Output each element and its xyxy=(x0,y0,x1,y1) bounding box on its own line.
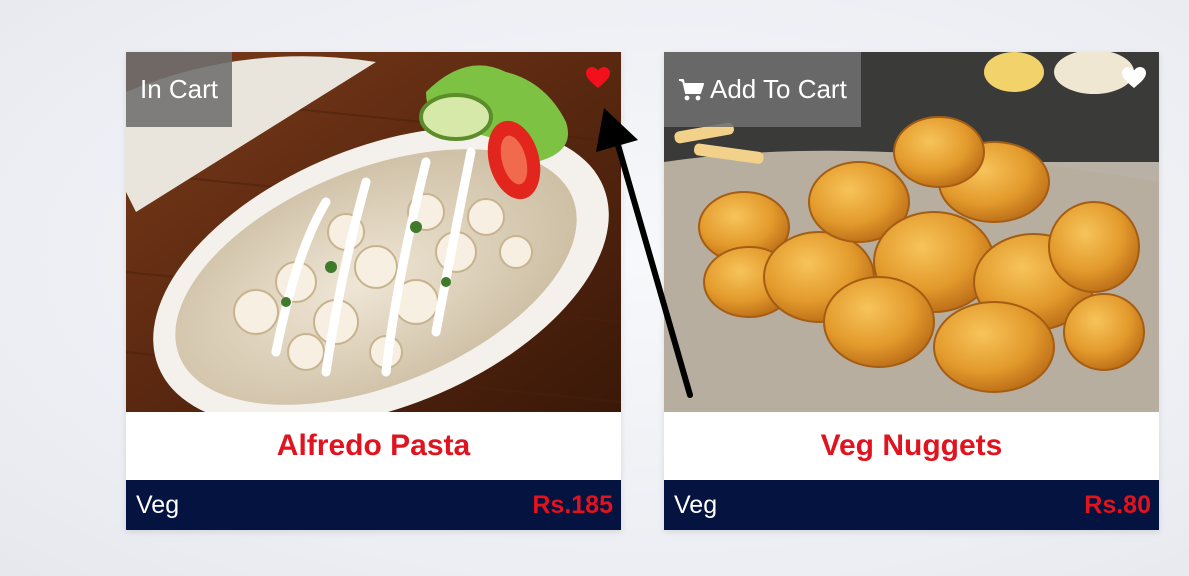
product-card-alfredo-pasta[interactable]: In Cart Alfredo Pasta Veg Rs.185 xyxy=(126,52,621,530)
product-footer: Veg Rs.80 xyxy=(664,480,1159,530)
cart-status-label: In Cart xyxy=(140,74,219,104)
cart-status-label: Add To Cart xyxy=(710,74,847,104)
product-title[interactable]: Alfredo Pasta xyxy=(277,429,470,463)
product-footer: Veg Rs.185 xyxy=(126,480,621,530)
heart-icon[interactable] xyxy=(585,66,611,90)
product-title[interactable]: Veg Nuggets xyxy=(821,429,1003,463)
product-title-area: Veg Nuggets xyxy=(664,412,1159,480)
heart-icon[interactable] xyxy=(1121,66,1147,90)
in-cart-badge[interactable]: In Cart xyxy=(126,52,233,127)
product-category: Veg xyxy=(136,490,180,519)
cart-icon xyxy=(679,78,704,100)
product-category: Veg xyxy=(674,490,718,519)
product-price: Rs.185 xyxy=(532,490,613,519)
product-card-veg-nuggets[interactable]: Add To Cart Veg Nuggets Veg Rs.80 xyxy=(664,52,1159,530)
product-title-area: Alfredo Pasta xyxy=(126,412,621,480)
page: In Cart Alfredo Pasta Veg Rs.185 Add To … xyxy=(0,0,1189,576)
add-to-cart-button[interactable]: Add To Cart xyxy=(664,52,861,127)
product-price: Rs.80 xyxy=(1084,490,1151,519)
